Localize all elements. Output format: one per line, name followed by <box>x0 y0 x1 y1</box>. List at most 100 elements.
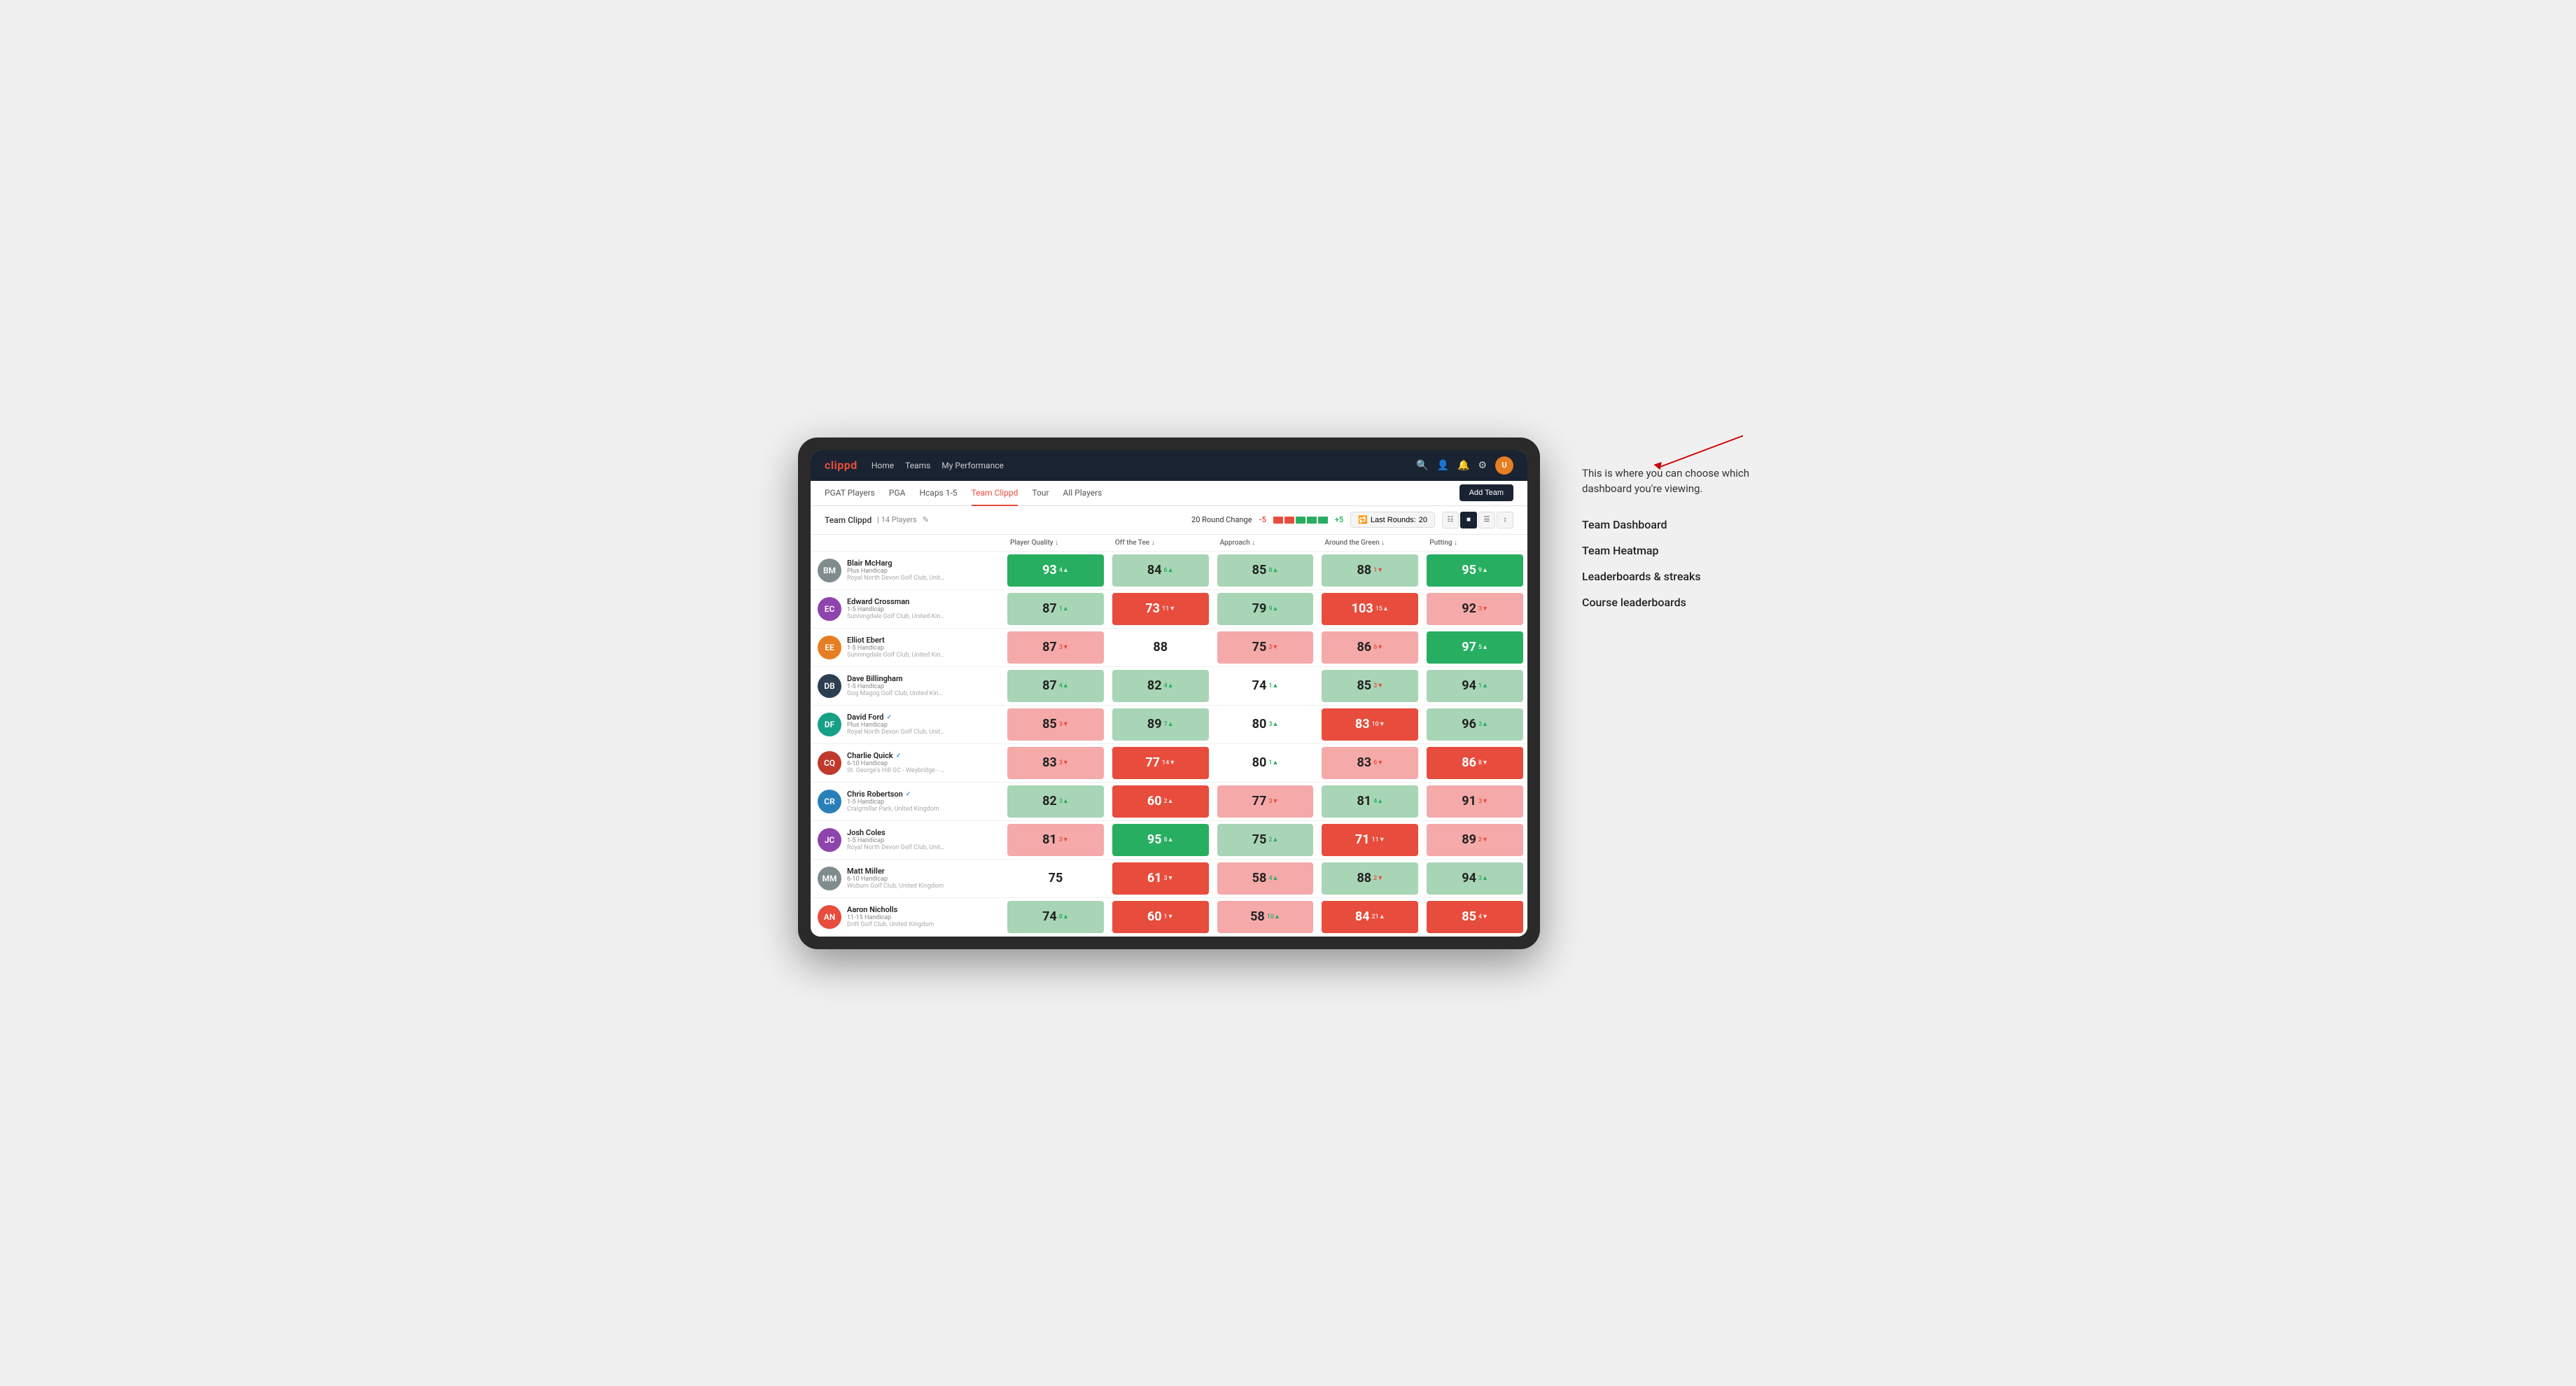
stat-box: 58 10▲ <box>1217 901 1314 933</box>
stat-box: 93 4▲ <box>1007 554 1104 587</box>
view-expand-btn[interactable]: ↕ <box>1497 512 1513 528</box>
view-list-btn[interactable]: ☰ <box>1478 512 1495 528</box>
tablet-frame: clippd Home Teams My Performance 🔍 👤 🔔 ⚙… <box>798 438 1540 949</box>
stat-box: 61 3▼ <box>1112 862 1209 895</box>
nav-my-performance[interactable]: My Performance <box>941 458 1004 473</box>
table-row[interactable]: DF David Ford ✓ Plus Handicap Royal Nort… <box>811 705 1527 743</box>
subnav-right: Add Team <box>1460 484 1513 501</box>
player-info: Matt Miller 6-10 Handicap Woburn Golf Cl… <box>847 867 944 890</box>
nav-home[interactable]: Home <box>872 458 894 473</box>
last-rounds-button[interactable]: 🔁 Last Rounds: 20 <box>1350 512 1435 528</box>
table-row[interactable]: CQ Charlie Quick ✓ 6-10 Handicap St. Geo… <box>811 743 1527 782</box>
stat-value: 60 <box>1147 909 1162 924</box>
player-club: Woburn Golf Club, United Kingdom <box>847 883 944 890</box>
person-icon[interactable]: 👤 <box>1437 460 1449 471</box>
table-row[interactable]: DB Dave Billingham 1-5 Handicap Gog Mago… <box>811 666 1527 705</box>
player-club: Drift Golf Club, United Kingdom <box>847 921 934 928</box>
edit-icon[interactable]: ✎ <box>923 515 929 524</box>
stat-cell-7-3: 71 11▼ <box>1317 820 1422 859</box>
player-cell-7: JC Josh Coles 1-5 Handicap Royal North D… <box>811 820 1003 859</box>
stat-change: 2▼ <box>1478 836 1488 844</box>
player-info: Blair McHarg Plus Handicap Royal North D… <box>847 559 945 582</box>
table-row[interactable]: JC Josh Coles 1-5 Handicap Royal North D… <box>811 820 1527 859</box>
player-name: Edward Crossman <box>847 597 945 606</box>
col-header-player-quality[interactable]: Player Quality ↓ <box>1003 535 1108 552</box>
tab-all-players[interactable]: All Players <box>1063 481 1102 506</box>
stat-value: 81 <box>1042 832 1057 847</box>
stat-cell-8-2: 58 4▲ <box>1213 859 1318 897</box>
stat-cell-7-2: 75 2▲ <box>1213 820 1318 859</box>
col-header-putting[interactable]: Putting ↓ <box>1422 535 1527 552</box>
table-row[interactable]: BM Blair McHarg Plus Handicap Royal Nort… <box>811 551 1527 589</box>
stat-value: 85 <box>1462 909 1476 924</box>
player-name: Elliot Ebert <box>847 636 945 645</box>
col-header-approach[interactable]: Approach ↓ <box>1213 535 1318 552</box>
player-club: Gog Magog Golf Club, United Kingdom <box>847 690 945 697</box>
stat-change: 8▼ <box>1478 759 1488 766</box>
table-row[interactable]: CR Chris Robertson ✓ 1-5 Handicap Craigm… <box>811 782 1527 820</box>
stat-box: 77 3▼ <box>1217 785 1314 818</box>
stat-box: 97 5▲ <box>1427 631 1523 664</box>
user-avatar[interactable]: U <box>1495 456 1513 475</box>
tab-pga[interactable]: PGA <box>889 481 906 506</box>
tab-hcaps[interactable]: Hcaps 1-5 <box>919 481 957 506</box>
table-row[interactable]: MM Matt Miller 6-10 Handicap Woburn Golf… <box>811 859 1527 897</box>
player-avatar: DB <box>818 674 841 698</box>
player-handicap: Plus Handicap <box>847 722 945 729</box>
stat-box: 60 1▼ <box>1112 901 1209 933</box>
col-header-around-green[interactable]: Around the Green ↓ <box>1317 535 1422 552</box>
col-header-off-tee[interactable]: Off the Tee ↓ <box>1108 535 1213 552</box>
last-rounds-value: 20 <box>1419 516 1427 524</box>
stat-box: 94 1▲ <box>1427 670 1523 702</box>
stat-cell-2-1: 88 <box>1108 628 1213 666</box>
player-info: Edward Crossman 1-5 Handicap Sunningdale… <box>847 597 945 620</box>
stat-change: 11▼ <box>1162 605 1175 612</box>
stat-change: 3▼ <box>1059 720 1069 728</box>
stat-value: 83 <box>1357 755 1371 770</box>
heatmap-table-wrapper: Player Quality ↓ Off the Tee ↓ Appro <box>811 535 1527 937</box>
player-club: St. George's Hill GC - Weybridge - Surre… <box>847 767 945 774</box>
stat-value: 74 <box>1252 678 1267 693</box>
view-heatmap-btn[interactable]: ■ <box>1460 512 1477 528</box>
nav-teams[interactable]: Teams <box>905 458 930 473</box>
stat-change: 6▼ <box>1373 643 1383 651</box>
stat-change: 2▲ <box>1164 797 1174 805</box>
player-avatar: EE <box>818 636 841 659</box>
stat-box: 88 <box>1112 631 1209 664</box>
stat-cell-9-2: 58 10▲ <box>1213 897 1318 936</box>
stat-change: 14▼ <box>1162 759 1175 766</box>
tab-pgat-players[interactable]: PGAT Players <box>825 481 875 506</box>
settings-icon[interactable]: ⚙ <box>1478 460 1487 471</box>
stat-value: 94 <box>1462 871 1476 886</box>
stat-value: 87 <box>1042 640 1057 654</box>
stat-cell-9-4: 85 4▼ <box>1422 897 1527 936</box>
tab-team-clippd[interactable]: Team Clippd <box>972 481 1018 506</box>
player-cell-4: DF David Ford ✓ Plus Handicap Royal Nort… <box>811 705 1003 743</box>
stat-change: 21▲ <box>1372 913 1385 920</box>
navbar-nav: Home Teams My Performance <box>872 458 1402 473</box>
team-info-right: 20 Round Change -5 +5 🔁 Last Rounds: 20 <box>1191 512 1513 528</box>
stat-value: 60 <box>1147 794 1162 808</box>
verified-icon: ✓ <box>896 752 902 760</box>
stat-box: 82 3▲ <box>1007 785 1104 818</box>
stat-change: 4▲ <box>1059 566 1069 574</box>
stat-value: 83 <box>1042 755 1057 770</box>
stat-cell-0-3: 88 1▼ <box>1317 551 1422 589</box>
stat-change: 3▲ <box>1059 797 1069 805</box>
bell-icon[interactable]: 🔔 <box>1457 460 1469 471</box>
table-row[interactable]: AN Aaron Nicholls 11-15 Handicap Drift G… <box>811 897 1527 936</box>
add-team-button[interactable]: Add Team <box>1460 484 1513 501</box>
stat-change: 10▲ <box>1267 913 1280 920</box>
table-row[interactable]: EC Edward Crossman 1-5 Handicap Sunningd… <box>811 589 1527 628</box>
stat-cell-4-0: 85 3▼ <box>1003 705 1108 743</box>
stat-box: 77 14▼ <box>1112 747 1209 779</box>
search-icon[interactable]: 🔍 <box>1416 460 1428 471</box>
tab-tour[interactable]: Tour <box>1032 481 1049 506</box>
app-logo: clippd <box>825 458 858 472</box>
page-wrapper: clippd Home Teams My Performance 🔍 👤 🔔 ⚙… <box>798 438 1778 949</box>
stat-value: 82 <box>1042 794 1057 808</box>
view-grid-btn[interactable]: ☷ <box>1442 512 1459 528</box>
table-row[interactable]: EE Elliot Ebert 1-5 Handicap Sunningdale… <box>811 628 1527 666</box>
player-info: David Ford ✓ Plus Handicap Royal North D… <box>847 713 945 736</box>
stat-box: 58 4▲ <box>1217 862 1314 895</box>
